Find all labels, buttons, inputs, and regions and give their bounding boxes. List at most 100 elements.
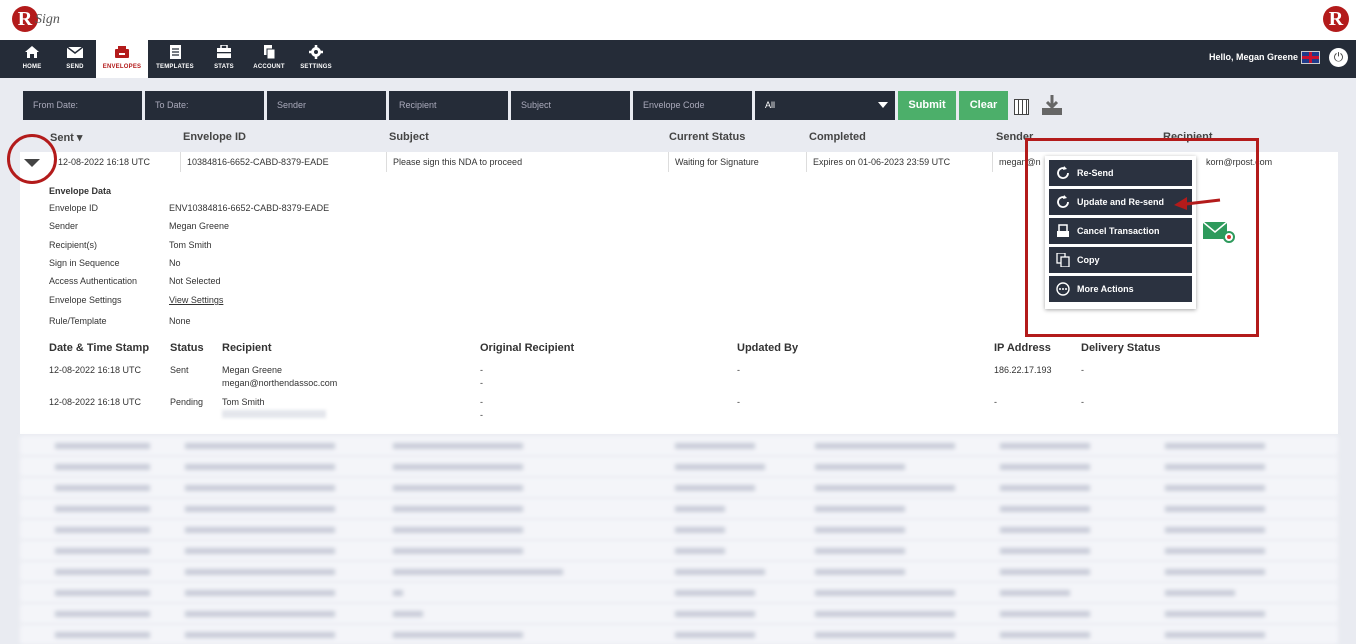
menu-item-more-actions[interactable]: More Actions — [1049, 276, 1192, 302]
logo-text: Sign — [35, 12, 60, 27]
nav-account[interactable]: ACCOUNT — [248, 40, 290, 78]
blurred-rows — [20, 436, 1338, 644]
recipient-input[interactable]: Recipient — [389, 91, 508, 120]
field-value: Tom Smith — [169, 240, 212, 250]
hist-col-recipient: Recipient — [222, 342, 272, 354]
top-bar: R Sign R — [0, 0, 1356, 40]
hist-col-original: Original Recipient — [480, 342, 575, 354]
hist-col-updated-by: Updated By — [737, 342, 799, 354]
rpost-logo: R — [1323, 6, 1349, 32]
cell-subject: Please sign this NDA to proceed — [386, 152, 668, 172]
field-label: Sender — [49, 221, 79, 231]
view-settings-link[interactable]: View Settings — [169, 295, 223, 305]
hist-col-delivery: Delivery Status — [1081, 342, 1161, 354]
hist-recipient: Megan Greene — [222, 365, 283, 375]
hist-recipient-email: megan@northendassoc.com — [222, 378, 338, 388]
table-row — [20, 457, 1338, 476]
inbox-icon — [115, 46, 129, 58]
col-completed[interactable]: Completed — [809, 131, 866, 143]
table-row — [20, 436, 1338, 455]
field-value: Megan Greene — [169, 221, 230, 231]
main-nav: HOME SEND ENVELOPES TEMPLATES STATS ACCO… — [0, 40, 1356, 78]
hist-ip: - — [994, 397, 997, 407]
rsign-logo[interactable]: R Sign — [12, 6, 72, 34]
menu-item-cancel-transaction[interactable]: Cancel Transaction — [1049, 218, 1192, 244]
hist-ip: 186.22.17.193 — [994, 365, 1052, 375]
menu-item-copy[interactable]: Copy — [1049, 247, 1192, 273]
hist-status: Sent — [170, 365, 189, 375]
table-row — [20, 478, 1338, 497]
from-date-input[interactable]: From Date: — [23, 91, 142, 120]
briefcase-icon — [217, 45, 231, 58]
mail-icon — [67, 46, 83, 58]
hist-status: Pending — [170, 397, 204, 407]
menu-item-resend[interactable]: Re-Send — [1049, 160, 1192, 186]
envelope-settings-icon[interactable] — [1202, 219, 1236, 245]
hist-original-2: - — [480, 378, 483, 388]
nav-settings-label: SETTINGS — [300, 64, 332, 70]
field-label: Rule/Template — [49, 316, 107, 326]
nav-home[interactable]: HOME — [12, 40, 52, 78]
field-value: Not Selected — [169, 276, 221, 286]
table-row — [20, 499, 1338, 518]
envelope-code-input[interactable]: Envelope Code — [633, 91, 752, 120]
collapse-triangle-icon[interactable] — [24, 159, 40, 167]
col-subject[interactable]: Subject — [389, 131, 429, 143]
nav-send[interactable]: SEND — [56, 40, 94, 78]
col-sent[interactable]: Sent ▾ — [50, 131, 82, 144]
uk-flag-icon[interactable] — [1301, 51, 1320, 64]
nav-envelopes[interactable]: ENVELOPES — [96, 40, 148, 78]
field-label: Envelope Settings — [49, 295, 122, 305]
table-row — [20, 583, 1338, 602]
nav-stats[interactable]: STATS — [206, 40, 242, 78]
calendar-icon[interactable] — [1014, 99, 1029, 115]
menu-item-label: More Actions — [1077, 284, 1134, 294]
submit-button[interactable]: Submit — [898, 91, 956, 120]
envelope-data-title: Envelope Data — [49, 186, 112, 196]
table-row — [20, 625, 1338, 644]
field-value: No — [169, 258, 181, 268]
user-greeting[interactable]: Hello, Megan Greene — [1209, 52, 1298, 62]
col-current-status[interactable]: Current Status — [669, 131, 745, 143]
hist-original: - — [480, 397, 483, 407]
nav-home-label: HOME — [22, 64, 42, 70]
clear-button[interactable]: Clear — [959, 91, 1008, 120]
hist-date: 12-08-2022 16:18 UTC — [49, 365, 142, 375]
refresh-icon — [1057, 195, 1069, 208]
power-icon[interactable]: ⏻ — [1329, 48, 1348, 67]
hist-recipient: Tom Smith — [222, 397, 265, 407]
more-icon — [1056, 282, 1070, 296]
subject-input[interactable]: Subject — [511, 91, 630, 120]
nav-settings[interactable]: SETTINGS — [296, 40, 336, 78]
cell-sent: 12-08-2022 16:18 UTC — [58, 157, 151, 167]
menu-item-update-resend[interactable]: Update and Re-send — [1049, 189, 1192, 215]
menu-item-label: Update and Re-send — [1077, 197, 1165, 207]
actions-menu: Re-Send Update and Re-send Cancel Transa… — [1045, 156, 1196, 309]
nav-send-label: SEND — [66, 64, 84, 70]
hist-original-2: - — [480, 410, 483, 420]
hist-col-status: Status — [170, 342, 204, 354]
status-select[interactable]: All — [755, 91, 895, 120]
cell-envelope-id: 10384816-6652-CABD-8379-EADE — [180, 152, 386, 172]
home-icon — [25, 46, 39, 58]
hist-delivery: - — [1081, 365, 1084, 375]
col-envelope-id[interactable]: Envelope ID — [183, 131, 246, 143]
hist-updated-by: - — [737, 397, 740, 407]
hist-delivery: - — [1081, 397, 1084, 407]
nav-templates[interactable]: TEMPLATES — [152, 40, 198, 78]
field-value: None — [169, 316, 191, 326]
gear-icon — [309, 45, 323, 59]
field-label: Sign in Sequence — [49, 258, 120, 268]
nav-account-label: ACCOUNT — [253, 64, 285, 70]
menu-item-label: Cancel Transaction — [1077, 226, 1160, 236]
document-icon — [170, 45, 181, 59]
hist-original: - — [480, 365, 483, 375]
sender-input[interactable]: Sender — [267, 91, 386, 120]
hist-col-ip: IP Address — [994, 342, 1051, 354]
menu-item-label: Copy — [1077, 255, 1100, 265]
nav-envelopes-label: ENVELOPES — [102, 64, 142, 70]
field-label: Recipient(s) — [49, 240, 98, 250]
download-icon[interactable] — [1040, 94, 1064, 116]
hist-date: 12-08-2022 16:18 UTC — [49, 397, 142, 407]
to-date-input[interactable]: To Date: — [145, 91, 264, 120]
